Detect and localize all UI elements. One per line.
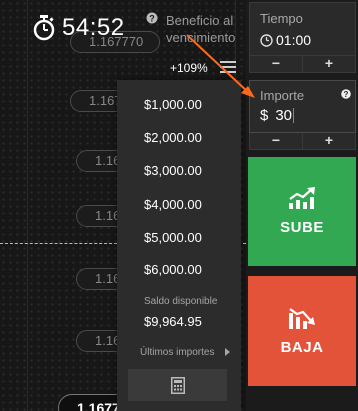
amount-label: Importe <box>260 88 305 103</box>
amount-option[interactable]: $3,000.00 <box>117 155 241 187</box>
help-icon[interactable]: ? <box>341 89 351 99</box>
amount-stepper: − + <box>249 133 356 150</box>
svg-text:?: ? <box>344 90 349 99</box>
expiry-timer: 54:52 <box>32 14 125 42</box>
trend-up-icon <box>289 187 315 209</box>
calculator-button[interactable] <box>128 369 227 401</box>
payout-label: Beneficio al vencimiento <box>166 13 236 45</box>
up-label: SUBE <box>280 219 324 236</box>
time-plus-button[interactable]: + <box>303 56 355 72</box>
calculator-icon <box>170 376 185 394</box>
amount-option[interactable]: $2,000.00 <box>117 122 241 154</box>
currency-symbol: $ <box>260 107 269 124</box>
recent-amounts-link[interactable]: Últimos importes <box>140 347 214 358</box>
trend-down-icon <box>289 307 315 329</box>
balance-label: Saldo disponible <box>144 296 218 307</box>
clock-icon <box>260 33 273 47</box>
trade-panel: Tiempo 01:00 − + Importe ? $ 30 − + SUBE… <box>246 0 358 411</box>
timer-value: 54:52 <box>62 14 125 41</box>
amount-plus-button[interactable]: + <box>303 133 355 149</box>
time-box[interactable]: Tiempo 01:00 <box>249 2 356 56</box>
amount-box[interactable]: Importe ? $ 30 <box>249 80 356 133</box>
amount-minus-button[interactable]: − <box>250 133 303 149</box>
grid-line <box>27 0 28 411</box>
time-label: Tiempo <box>260 11 303 26</box>
amount-option[interactable]: $1,000.00 <box>117 89 241 121</box>
amount-option[interactable]: $4,000.00 <box>117 189 241 221</box>
text-cursor <box>293 108 295 123</box>
chevron-right-icon[interactable] <box>225 348 230 356</box>
up-button[interactable]: SUBE <box>248 157 356 266</box>
svg-text:?: ? <box>149 14 155 24</box>
help-icon[interactable]: ? <box>146 12 158 24</box>
time-minus-button[interactable]: − <box>250 56 303 72</box>
time-stepper: − + <box>249 56 356 73</box>
down-label: BAJA <box>280 338 324 356</box>
amount-dropdown: $1,000.00 $2,000.00 $3,000.00 $4,000.00 … <box>117 80 241 411</box>
time-value: 01:00 <box>276 32 312 48</box>
amount-input[interactable]: 30 <box>275 107 292 124</box>
payout-value: +109% <box>170 61 208 75</box>
stopwatch-icon <box>33 15 55 41</box>
menu-icon[interactable] <box>220 60 236 74</box>
amount-option[interactable]: $5,000.00 <box>117 222 241 254</box>
amount-option[interactable]: $6,000.00 <box>117 254 241 286</box>
down-button[interactable]: BAJA <box>248 276 356 386</box>
balance-value: $9,964.95 <box>144 314 202 329</box>
